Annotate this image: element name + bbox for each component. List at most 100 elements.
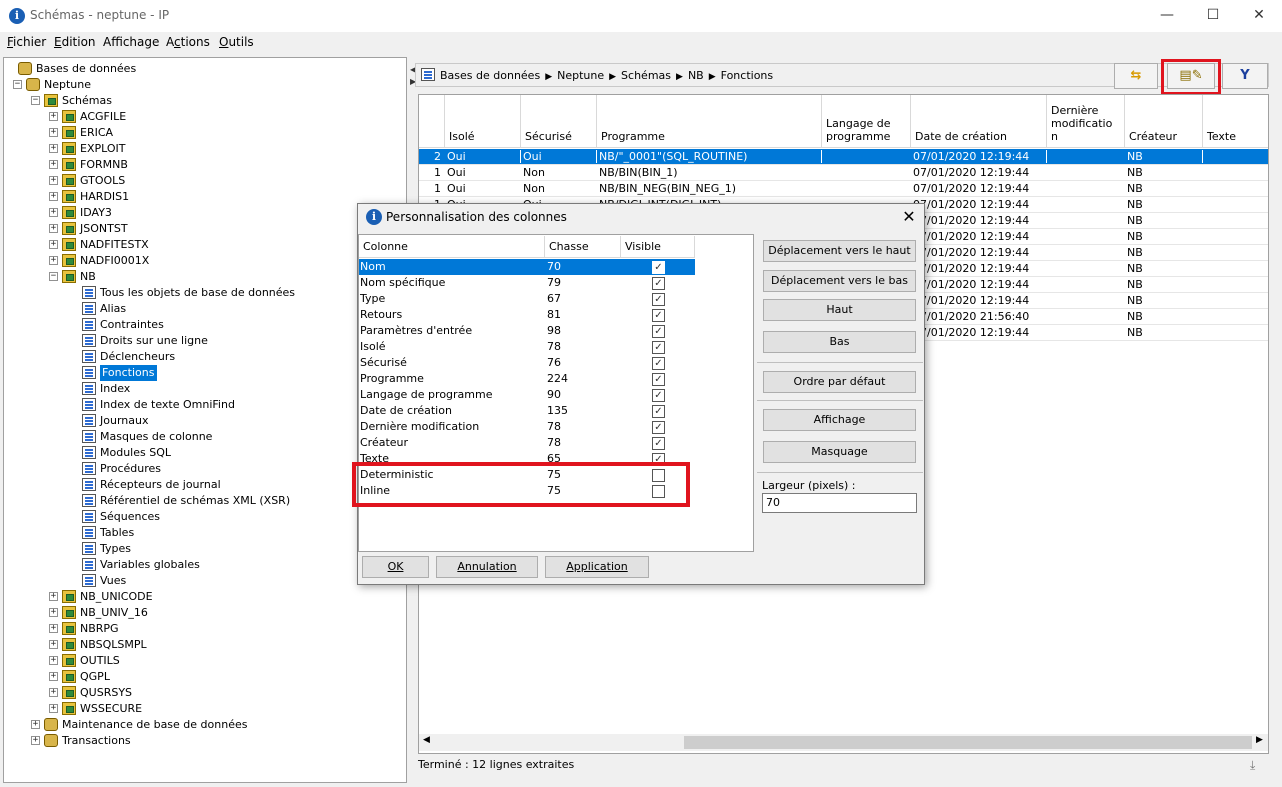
columns-list-row[interactable]: Nom 70 ✓ — [359, 259, 695, 275]
breadcrumb-item[interactable]: Bases de données — [440, 69, 540, 82]
tree-item-object-type[interactable]: Masques de colonne — [4, 429, 404, 445]
tree-item-object-type[interactable]: Index — [4, 381, 404, 397]
scroll-thumb[interactable] — [684, 736, 1252, 749]
tree-item-schema[interactable]: + NBSQLSMPL — [4, 637, 404, 653]
grid-column-header[interactable] — [419, 95, 445, 148]
scroll-right-icon[interactable]: ▶ — [1256, 735, 1263, 745]
visible-checkbox[interactable]: ✓ — [652, 405, 665, 418]
visible-checkbox[interactable]: ✓ — [652, 309, 665, 322]
tree-item-object-type[interactable]: Tables — [4, 525, 404, 541]
tree-item-schema[interactable]: + GTOOLS — [4, 173, 404, 189]
tree-item-schema[interactable]: + JSONTST — [4, 221, 404, 237]
apply-button[interactable]: Application — [545, 556, 649, 578]
tree-item-object-type[interactable]: Variables globales — [4, 557, 404, 573]
menu-item-Edition[interactable]: Edition — [54, 35, 96, 49]
tree-item-schema[interactable]: + HARDIS1 — [4, 189, 404, 205]
visible-checkbox[interactable]: ✓ — [652, 325, 665, 338]
columns-list-row[interactable]: Type 67 ✓ — [359, 291, 695, 307]
grid-column-header[interactable]: Créateur — [1125, 95, 1203, 148]
scroll-left-icon[interactable]: ◀ — [423, 735, 430, 745]
close-window-button[interactable]: ✕ — [1236, 0, 1282, 32]
tree-item-schema[interactable]: + ACGFILE — [4, 109, 404, 125]
visible-checkbox[interactable]: ✓ — [652, 421, 665, 434]
move-down-button[interactable]: Déplacement vers le bas — [763, 270, 916, 292]
table-row[interactable]: 2 Oui Oui NB/"_0001"(SQL_ROUTINE) 07/01/2020… — [419, 149, 1268, 165]
expand-toggle-icon[interactable]: − — [31, 96, 40, 105]
expand-toggle-icon[interactable]: + — [49, 608, 58, 617]
top-button[interactable]: Haut — [763, 299, 916, 321]
breadcrumb-item[interactable]: Schémas — [621, 69, 671, 82]
tree-item-schema[interactable]: + EXPLOIT — [4, 141, 404, 157]
visible-checkbox[interactable]: ✓ — [652, 293, 665, 306]
expand-toggle-icon[interactable]: + — [49, 144, 58, 153]
grid-column-header[interactable]: Texte — [1203, 95, 1268, 148]
database-tree[interactable]: Bases de données − Neptune − Schémas + ACGFILE… — [3, 57, 407, 783]
grid-column-header[interactable]: Dernière modificatio n — [1047, 95, 1125, 148]
tree-item-object-type[interactable]: Déclencheurs — [4, 349, 404, 365]
tree-item-schema[interactable]: + WSSECURE — [4, 701, 404, 717]
tree-item-schema[interactable]: + IDAY3 — [4, 205, 404, 221]
tree-item-object-type[interactable]: Vues — [4, 573, 404, 589]
filter-button[interactable]: Y — [1222, 63, 1268, 89]
columns-list-header[interactable]: Visible — [621, 236, 695, 258]
expand-toggle-icon[interactable]: + — [49, 128, 58, 137]
tree-item-schema[interactable]: + QUSRSYS — [4, 685, 404, 701]
grid-column-header[interactable]: Langage de programme — [822, 95, 911, 148]
tree-item-schema[interactable]: + QGPL — [4, 669, 404, 685]
dialog-close-button[interactable]: ✕ — [898, 206, 920, 228]
columns-list-row[interactable]: Créateur 78 ✓ — [359, 435, 695, 451]
grid-column-header[interactable]: Date de création — [911, 95, 1047, 148]
tree-item-schema[interactable]: + FORMNB — [4, 157, 404, 173]
table-row[interactable]: 1 Oui Non NB/BIN(BIN_1) 07/01/2020 12:19:44 N… — [419, 165, 1268, 181]
columns-list-row[interactable]: Retours 81 ✓ — [359, 307, 695, 323]
tree-item-object-type[interactable]: Tous les objets de base de données — [4, 285, 404, 301]
hide-button[interactable]: Masquage — [763, 441, 916, 463]
visible-checkbox[interactable]: ✓ — [652, 341, 665, 354]
expand-toggle-icon[interactable]: + — [49, 592, 58, 601]
tree-item-object-type[interactable]: Types — [4, 541, 404, 557]
minimize-button[interactable]: — — [1144, 0, 1190, 32]
tree-item-object-type[interactable]: Alias — [4, 301, 404, 317]
tree-item-schema[interactable]: + NADFITESTX — [4, 237, 404, 253]
columns-list-row[interactable]: Langage de programme 90 ✓ — [359, 387, 695, 403]
tree-item-object-type[interactable]: Récepteurs de journal — [4, 477, 404, 493]
tree-item-object-type[interactable]: Référentiel de schémas XML (XSR) — [4, 493, 404, 509]
columns-list-row[interactable]: Date de création 135 ✓ — [359, 403, 695, 419]
maximize-button[interactable]: ☐ — [1190, 0, 1236, 32]
cancel-button[interactable]: Annulation — [436, 556, 538, 578]
tree-item-object-type[interactable]: Index de texte OmniFind — [4, 397, 404, 413]
expand-toggle-icon[interactable]: + — [49, 176, 58, 185]
columns-list-row[interactable]: Nom spécifique 79 ✓ — [359, 275, 695, 291]
menu-item-Affichage[interactable]: Affichage — [103, 35, 159, 49]
default-order-button[interactable]: Ordre par défaut — [763, 371, 916, 393]
width-input[interactable]: 70 — [762, 493, 917, 513]
columns-list-row[interactable]: Paramètres d'entrée 98 ✓ — [359, 323, 695, 339]
expand-toggle-icon[interactable]: + — [49, 192, 58, 201]
grid-column-header[interactable]: Isolé — [445, 95, 521, 148]
expand-toggle-icon[interactable]: + — [49, 672, 58, 681]
tree-item-root[interactable]: Bases de données — [4, 61, 404, 77]
tree-item-schema[interactable]: + NB_UNIV_16 — [4, 605, 404, 621]
table-row[interactable]: 1 Oui Non NB/BIN_NEG(BIN_NEG_1) 07/01/2020 1… — [419, 181, 1268, 197]
expand-toggle-icon[interactable]: + — [31, 736, 40, 745]
expand-toggle-icon[interactable]: + — [49, 656, 58, 665]
bottom-button[interactable]: Bas — [763, 331, 916, 353]
grid-column-header[interactable]: Programme — [597, 95, 822, 148]
tree-item-other[interactable]: + Transactions — [4, 733, 404, 749]
grid-column-header[interactable]: Sécurisé — [521, 95, 597, 148]
expand-toggle-icon[interactable]: + — [49, 208, 58, 217]
menu-item-Actions[interactable]: Actions — [166, 35, 210, 49]
tree-item-schema[interactable]: + NBRPG — [4, 621, 404, 637]
expand-toggle-icon[interactable]: + — [49, 624, 58, 633]
breadcrumb-item[interactable]: Neptune — [557, 69, 604, 82]
tree-item-other[interactable]: + Maintenance de base de données — [4, 717, 404, 733]
breadcrumb-item[interactable]: Fonctions — [721, 69, 774, 82]
expand-toggle-icon[interactable]: + — [31, 720, 40, 729]
expand-toggle-icon[interactable]: + — [49, 640, 58, 649]
visible-checkbox[interactable]: ✓ — [652, 357, 665, 370]
tree-item-schema[interactable]: + ERICA — [4, 125, 404, 141]
tree-item-schema[interactable]: + NB_UNICODE — [4, 589, 404, 605]
tree-item-schema[interactable]: + NADFI0001X — [4, 253, 404, 269]
menu-item-Outils[interactable]: Outils — [219, 35, 254, 49]
breadcrumb-item[interactable]: NB — [688, 69, 704, 82]
